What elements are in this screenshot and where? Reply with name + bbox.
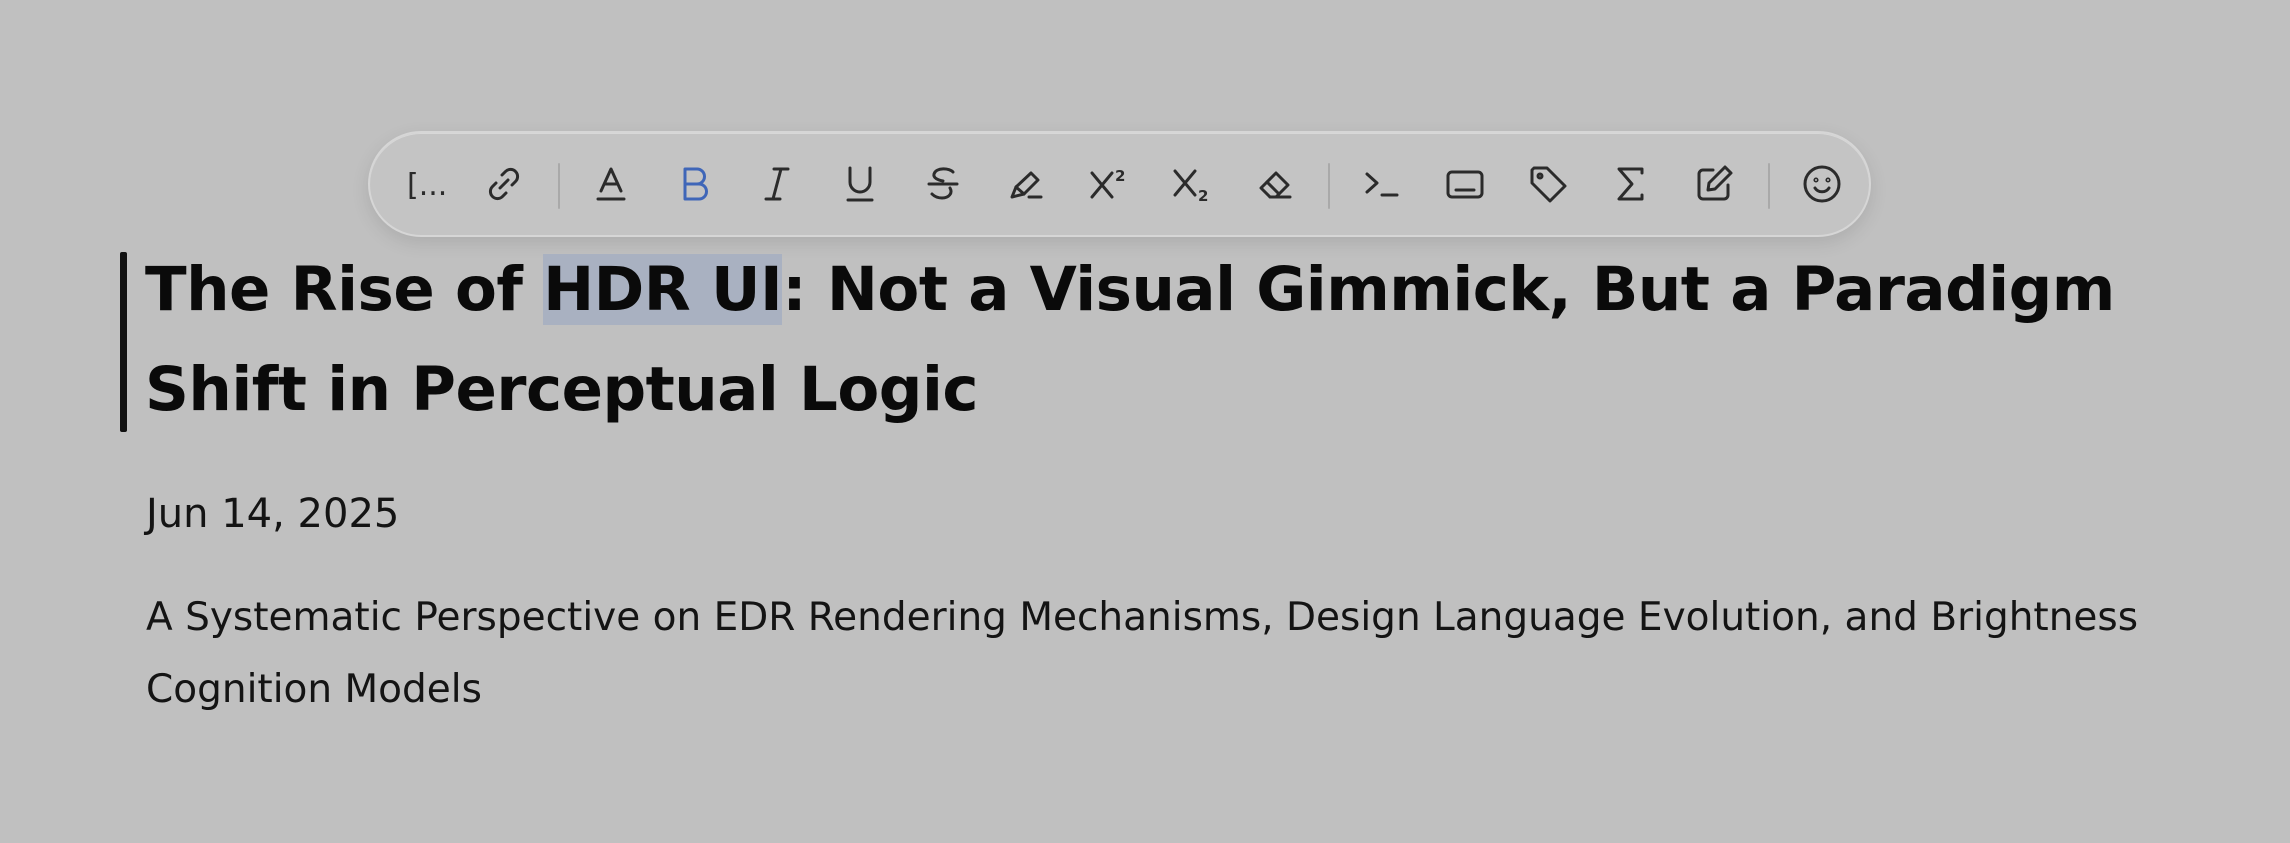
toolbar-separator	[1768, 163, 1770, 209]
edit-button[interactable]	[1684, 156, 1744, 216]
document-date: Jun 14, 2025	[146, 491, 400, 537]
highlight-icon	[1003, 161, 1049, 211]
svg-text:2: 2	[1198, 187, 1208, 205]
italic-icon	[754, 161, 800, 211]
math-button[interactable]	[1601, 156, 1661, 216]
document-subtitle[interactable]: A Systematic Perspective on EDR Renderin…	[146, 582, 2246, 726]
text-color-button[interactable]	[581, 156, 641, 216]
tag-button[interactable]	[1518, 156, 1578, 216]
emoji-button[interactable]	[1792, 156, 1852, 216]
editor-page: [... 2 2 The Rise of HDR UI: Not a Visua…	[0, 0, 2290, 843]
bold-icon	[671, 161, 717, 211]
strikethrough-icon	[920, 161, 966, 211]
subscript-icon: 2	[1169, 161, 1215, 211]
block-indicator	[120, 252, 127, 432]
strikethrough-button[interactable]	[913, 156, 973, 216]
toolbar-separator	[1328, 163, 1330, 209]
svg-text:2: 2	[1115, 167, 1125, 185]
link-icon	[481, 161, 527, 211]
link-button[interactable]	[474, 156, 534, 216]
document-title[interactable]: The Rise of HDR UI: Not a Visual Gimmick…	[145, 240, 2185, 440]
inline-code-button[interactable]	[1352, 156, 1412, 216]
keyboard-icon	[1442, 161, 1488, 211]
edit-icon	[1691, 161, 1737, 211]
clear-format-button[interactable]	[1245, 156, 1305, 216]
clear-format-icon	[1252, 161, 1298, 211]
text-color-icon	[588, 161, 634, 211]
emoji-icon	[1799, 161, 1845, 211]
superscript-icon: 2	[1086, 161, 1132, 211]
underline-button[interactable]	[830, 156, 890, 216]
italic-button[interactable]	[747, 156, 807, 216]
toolbar-separator	[558, 163, 560, 209]
keyboard-button[interactable]	[1435, 156, 1495, 216]
reference-icon-text: [...	[407, 168, 447, 203]
superscript-button[interactable]: 2	[1079, 156, 1139, 216]
format-toolbar: [... 2 2	[368, 131, 1871, 237]
tag-icon	[1525, 161, 1571, 211]
reference-icon: [...	[405, 161, 451, 211]
title-text: The Rise of	[145, 254, 544, 325]
inline-code-icon	[1359, 161, 1405, 211]
highlight-button[interactable]	[996, 156, 1056, 216]
bold-button[interactable]	[664, 156, 724, 216]
subscript-button[interactable]: 2	[1162, 156, 1222, 216]
title-selection[interactable]: HDR UI	[543, 254, 783, 325]
reference-button[interactable]: [...	[398, 156, 458, 216]
underline-icon	[837, 161, 883, 211]
math-sigma-icon	[1608, 161, 1654, 211]
